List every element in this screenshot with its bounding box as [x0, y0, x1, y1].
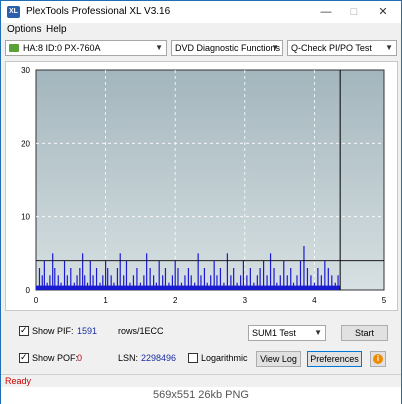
x-tick-label: 4 [312, 296, 317, 305]
close-button[interactable]: ✕ [376, 5, 390, 19]
y-tick-label: 20 [21, 139, 30, 148]
pof-value: 0 [77, 353, 83, 363]
show-pif-label: Show PIF: [32, 326, 74, 336]
y-tick-label: 10 [21, 213, 30, 222]
status-bar: Ready [1, 374, 401, 387]
sum-test-select[interactable]: SUM1 Test ▼ [248, 325, 326, 341]
menu-options[interactable]: Options [7, 24, 41, 35]
info-icon: i [373, 354, 383, 364]
menu-help[interactable]: Help [46, 24, 67, 35]
minimize-button[interactable]: — [319, 5, 333, 19]
view-log-button[interactable]: View Log [256, 351, 301, 367]
data-bar [119, 253, 121, 290]
chart-canvas: 0 1 2 3 4 5 0 10 20 30 [21, 66, 387, 305]
sum-test-select-value: SUM1 Test [252, 328, 296, 338]
test-select[interactable]: Q-Check PI/PO Test ▼ [287, 40, 397, 56]
controls-panel: Show PIF: 1591 rows/1ECC Show POF: 0 LSN… [1, 317, 401, 373]
test-select-value: Q-Check PI/PO Test [291, 43, 372, 53]
data-bar [226, 253, 228, 290]
x-tick-label: 0 [34, 296, 39, 305]
function-select-value: DVD Diagnostic Functions [175, 43, 281, 53]
app-window: XL PlexTools Professional XL V3.16 — □ ✕… [0, 0, 402, 404]
data-bar [146, 253, 148, 290]
info-button[interactable]: i [370, 351, 386, 367]
x-tick-label: 1 [103, 296, 108, 305]
preferences-button[interactable]: Preferences [307, 351, 362, 367]
logarithmic-checkbox[interactable] [188, 353, 198, 363]
show-pif-checkbox[interactable] [19, 325, 29, 336]
pi-po-chart: 0 1 2 3 4 5 0 10 20 30 [5, 61, 398, 311]
toolbar: HA:8 ID:0 PX-760A ▼ DVD Diagnostic Funct… [1, 38, 401, 58]
data-bar [303, 246, 305, 290]
show-pof-checkbox[interactable] [19, 352, 29, 363]
show-pof-label: Show POF: [32, 353, 79, 363]
data-bar [269, 253, 272, 290]
drive-select-value: HA:8 ID:0 PX-760A [23, 43, 101, 53]
status-text: Ready [5, 376, 32, 386]
logarithmic-label: Logarithmic [201, 353, 248, 363]
lsn-label: LSN: [118, 353, 139, 363]
data-bar [197, 253, 199, 290]
chevron-down-icon: ▼ [314, 328, 322, 337]
pif-value: 1591 [77, 326, 98, 336]
start-button[interactable]: Start [341, 325, 388, 341]
menu-bar: Options Help [1, 23, 401, 37]
function-select[interactable]: DVD Diagnostic Functions ▼ [171, 40, 283, 56]
lsn-value: 2298496 [141, 353, 177, 363]
chevron-down-icon: ▼ [155, 43, 163, 52]
x-tick-label: 2 [173, 296, 178, 305]
plot-background [35, 69, 385, 291]
drive-icon [9, 44, 19, 52]
data-bar [82, 253, 84, 290]
data-bar [52, 253, 54, 290]
x-tick-label: 5 [382, 296, 387, 305]
plextools-app-icon: XL [7, 6, 20, 18]
chevron-down-icon: ▼ [271, 43, 279, 52]
x-tick-label: 3 [243, 296, 248, 305]
y-tick-label: 0 [26, 286, 31, 295]
title-bar[interactable]: XL PlexTools Professional XL V3.16 — □ ✕ [1, 1, 401, 23]
image-caption: 569x551 26kb PNG [1, 387, 401, 404]
pif-unit: rows/1ECC [118, 326, 164, 336]
chevron-down-icon: ▼ [385, 43, 393, 52]
maximize-button[interactable]: □ [347, 5, 361, 19]
baseline-bar [36, 285, 341, 290]
window-title: PlexTools Professional XL V3.16 [26, 6, 171, 17]
drive-select[interactable]: HA:8 ID:0 PX-760A ▼ [5, 40, 167, 56]
y-tick-label: 30 [21, 66, 30, 75]
